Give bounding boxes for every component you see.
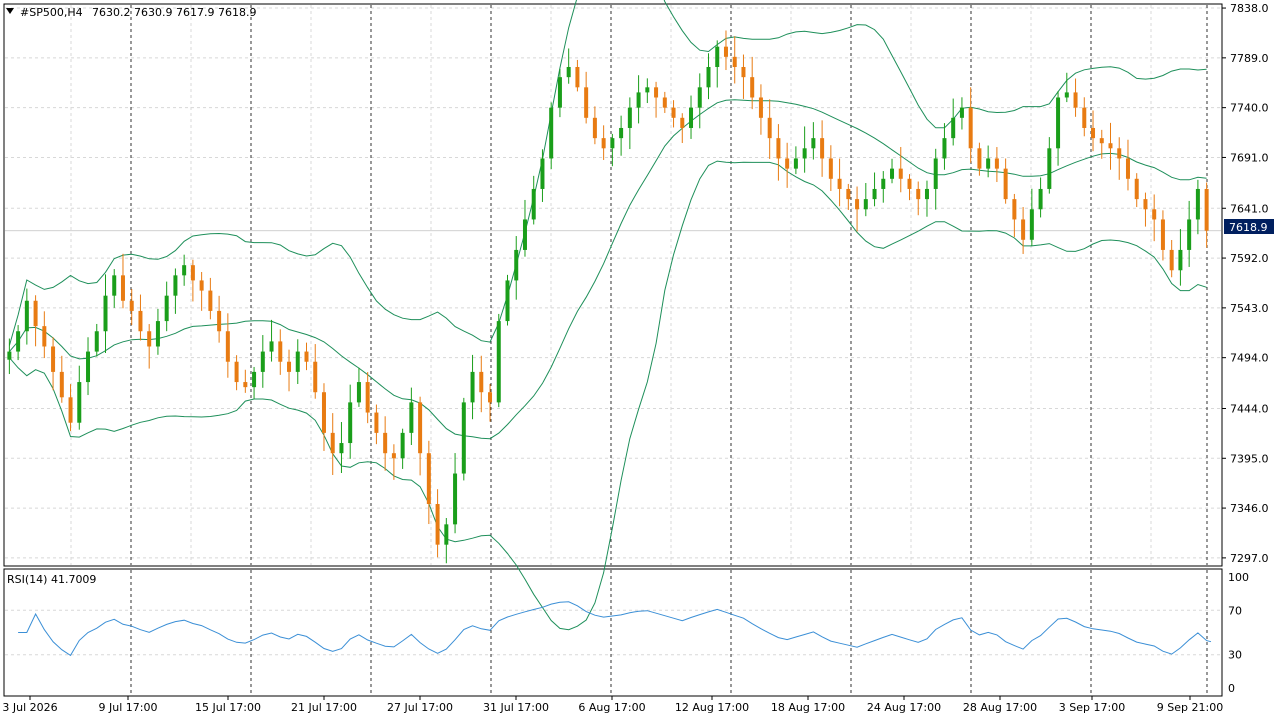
price-tick-label: 7395.0: [1230, 452, 1269, 465]
time-tick-label: 6 Aug 17:00: [578, 701, 645, 714]
rsi-tick-label: 0: [1228, 682, 1235, 695]
time-tick-label: 21 Jul 17:00: [291, 701, 357, 714]
time-tick-label: 15 Jul 17:00: [195, 701, 261, 714]
candle: [505, 274, 510, 326]
time-tick-label: 12 Aug 17:00: [675, 701, 749, 714]
price-tick-label: 7691.0: [1230, 151, 1269, 164]
candle: [496, 313, 501, 408]
price-tick-label: 7789.0: [1230, 52, 1269, 65]
price-tick-label: 7740.0: [1230, 102, 1269, 115]
chart-canvas[interactable]: 7838.0 7789.0 7740.0 7691.0 7641.0 7592.0 7543…: [0, 0, 1280, 720]
price-tick-label: 7494.0: [1230, 352, 1269, 365]
time-tick-label: 31 Jul 17:00: [483, 701, 549, 714]
candle: [461, 397, 466, 481]
price-tick-label: 7543.0: [1230, 302, 1269, 315]
symbol-label: #SP500,H4: [20, 6, 83, 19]
price-tick-label: 7297.0: [1230, 552, 1269, 565]
current-price-value: 7618.9: [1229, 221, 1268, 234]
time-tick-label: 27 Jul 17:00: [387, 701, 453, 714]
price-panel[interactable]: [3, 3, 1223, 567]
rsi-tick-label: 70: [1228, 604, 1242, 617]
time-tick-label: 24 Aug 17:00: [867, 701, 941, 714]
price-tick-label: 7838.0: [1230, 2, 1269, 15]
current-price-badge: 7618.9: [1224, 219, 1274, 234]
price-tick-label: 7592.0: [1230, 252, 1269, 265]
rsi-header: RSI(14) 41.7009: [7, 573, 96, 586]
ohlc-readout: 7630.2 7630.9 7617.9 7618.9: [92, 6, 256, 19]
time-tick-label: 18 Aug 17:00: [771, 701, 845, 714]
time-tick-label: 28 Aug 17:00: [963, 701, 1037, 714]
time-tick-label: 9 Jul 17:00: [99, 701, 158, 714]
rsi-panel[interactable]: [3, 568, 1223, 697]
price-tick-label: 7641.0: [1230, 202, 1269, 215]
time-tick-label: 9 Sep 21:00: [1157, 701, 1223, 714]
price-tick-label: 7346.0: [1230, 502, 1269, 515]
rsi-tick-label: 30: [1228, 649, 1242, 662]
rsi-tick-label: 100: [1228, 571, 1249, 584]
time-tick-label: 3 Jul 2026: [2, 701, 57, 714]
time-tick-label: 3 Sep 17:00: [1059, 701, 1125, 714]
price-tick-label: 7444.0: [1230, 402, 1269, 415]
